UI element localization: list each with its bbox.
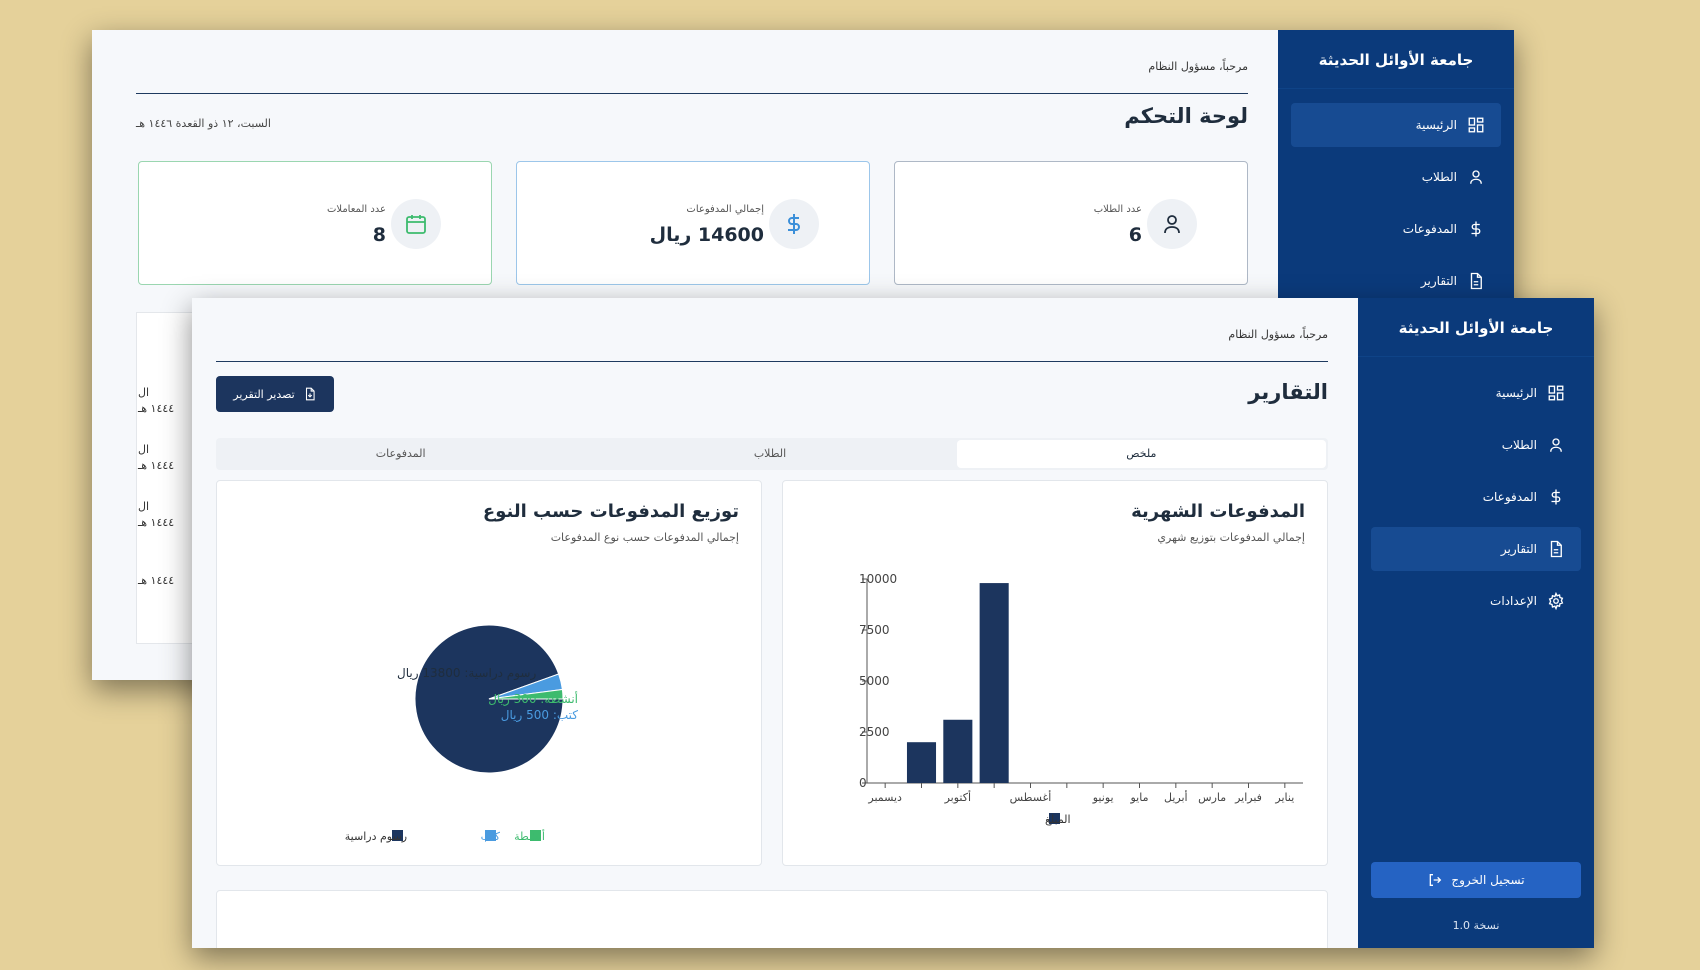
sidebar-item-payments[interactable]: المدفوعات [1371, 475, 1581, 519]
file-export-icon [305, 387, 315, 401]
x-tick-label: مايو [1130, 791, 1149, 804]
bar [906, 742, 937, 783]
sidebar-item-home[interactable]: الرئيسية [1371, 371, 1581, 415]
stat-card-students: عدد الطلاب 6 [894, 161, 1248, 285]
list-item: ال ١٤٤٤ هـ [138, 500, 175, 529]
stat-label: عدد الطلاب [1093, 204, 1142, 215]
document-icon [1550, 540, 1562, 558]
slice-label: كتب: 500 ريال [501, 708, 578, 723]
dashboard-icon [1468, 117, 1484, 133]
y-tick-label: 10000 [859, 572, 897, 586]
logout-label: تسجيل الخروج [1451, 873, 1525, 887]
logout-button[interactable]: تسجيل الخروج [1371, 862, 1581, 898]
legend-label: كتب [481, 830, 501, 843]
sidebar-item-reports[interactable]: التقارير [1371, 527, 1581, 571]
x-tick-label: ديسمبر [867, 791, 902, 804]
user-icon [1164, 215, 1180, 234]
stat-icon-wrap [1147, 199, 1197, 249]
brand-title: جامعة الأوائل الحديثة [1278, 30, 1514, 89]
stat-icon-wrap [391, 199, 441, 249]
tab-students[interactable]: الطلاب [585, 438, 954, 470]
legend-label: أنشطة [514, 829, 545, 843]
x-tick-label: يونيو [1092, 791, 1114, 804]
list-item: ال ١٤٤٤ هـ [138, 386, 175, 415]
stat-card-transactions: عدد المعاملات 8 [138, 161, 492, 285]
document-icon [1470, 272, 1482, 290]
sidebar-item-label: الرئيسية [1495, 386, 1537, 400]
sidebar-item-label: التقارير [1420, 274, 1457, 288]
user-icon [1470, 170, 1482, 184]
sidebar-item-label: الإعدادات [1490, 594, 1537, 608]
dashboard-icon [1548, 385, 1564, 401]
x-tick-label: فبراير [1234, 791, 1262, 804]
y-tick-label: 7500 [859, 623, 890, 637]
legend-label: المبلغ [1045, 813, 1071, 826]
x-tick-label: يناير [1274, 791, 1294, 804]
report-tabs: ملخص الطلاب المدفوعات [216, 438, 1328, 470]
sidebar-item-reports[interactable]: التقارير [1291, 259, 1501, 303]
list-item: ال ١٤٤٤ هـ [138, 443, 175, 472]
stat-value: 8 [372, 224, 386, 246]
sidebar: جامعة الأوائل الحديثة الرئيسية الطلاب ال… [1358, 298, 1594, 948]
calendar-icon [406, 215, 426, 234]
reports-main: مرحباً، مسؤول النظام التقارير تصدير التق… [192, 298, 1358, 948]
y-tick-label: 5000 [859, 674, 890, 688]
x-tick-label: أبريل [1164, 790, 1188, 804]
additional-report-card [216, 890, 1328, 948]
page-title: التقارير [1248, 380, 1328, 404]
dollar-icon [1551, 489, 1561, 505]
y-tick-label: 0 [859, 776, 867, 790]
y-tick-label: 2500 [859, 725, 890, 739]
stat-label: عدد المعاملات [326, 204, 386, 215]
monthly-payments-card: المدفوعات الشهرية إجمالي المدفوعات بتوزي… [782, 480, 1328, 866]
sidebar-item-label: الطلاب [1421, 170, 1457, 184]
sidebar-item-payments[interactable]: المدفوعات [1291, 207, 1501, 251]
sidebar-item-label: الطلاب [1501, 438, 1537, 452]
x-tick-label: أغسطس [1010, 790, 1052, 804]
payment-type-pie-chart: رسوم دراسية: 13800 ريالكتب: 500 ريالأنشط… [345, 624, 578, 843]
sidebar-item-students[interactable]: الطلاب [1291, 155, 1501, 199]
welcome-text: مرحباً، مسؤول النظام [1228, 328, 1328, 341]
version-text: نسخة 1.0 [1452, 919, 1500, 932]
user-icon [1550, 438, 1562, 452]
sidebar-item-students[interactable]: الطلاب [1371, 423, 1581, 467]
stat-label: إجمالي المدفوعات [686, 204, 764, 215]
x-tick-label: مارس [1198, 791, 1226, 804]
sidebar-item-settings[interactable]: الإعدادات [1371, 579, 1581, 623]
reports-window: جامعة الأوائل الحديثة الرئيسية الطلاب ال… [192, 298, 1594, 948]
header-divider [136, 93, 1248, 94]
sidebar-item-label: التقارير [1500, 542, 1537, 556]
stat-value: 6 [1128, 224, 1142, 246]
page-title: لوحة التحكم [1124, 104, 1248, 128]
slice-label: أنشطة: 300 ريال [488, 691, 578, 707]
export-label: تصدير التقرير [233, 387, 295, 401]
dollar-icon [1471, 221, 1481, 237]
stat-icon-wrap [769, 199, 819, 249]
sidebar-item-label: الرئيسية [1415, 118, 1457, 132]
sidebar-item-home[interactable]: الرئيسية [1291, 103, 1501, 147]
brand-title: جامعة الأوائل الحديثة [1358, 298, 1594, 357]
payment-types-card: توزيع المدفوعات حسب النوع إجمالي المدفوع… [216, 480, 762, 866]
tab-payments[interactable]: المدفوعات [216, 438, 585, 470]
gear-icon [1548, 592, 1564, 610]
sidebar-item-label: المدفوعات [1402, 222, 1457, 236]
monthly-bar-chart: 0 2500 5000 7500 10000 يناير فبراير مارس أبريل ما… [859, 572, 1303, 826]
tab-summary[interactable]: ملخص [956, 440, 1326, 468]
list-item: ١٤٤٤ هـ [138, 574, 175, 587]
slice-label: رسوم دراسية: 13800 ريال [397, 666, 536, 681]
header-divider [216, 361, 1328, 362]
dollar-icon [788, 214, 800, 234]
bar [943, 719, 973, 783]
x-tick-label: أكتوبر [944, 790, 971, 804]
date-text: السبت، ١٢ ذو القعدة ١٤٤٦ هـ [136, 117, 271, 130]
sidebar-item-label: المدفوعات [1482, 490, 1537, 504]
legend-label: رسوم دراسية [345, 830, 407, 843]
export-report-button[interactable]: تصدير التقرير [216, 376, 334, 412]
stat-value: 14600 ريال [649, 224, 764, 246]
bar [979, 583, 1009, 783]
stat-card-payments: إجمالي المدفوعات 14600 ريال [516, 161, 870, 285]
logout-icon [1430, 874, 1442, 886]
welcome-text: مرحباً، مسؤول النظام [1148, 60, 1248, 73]
